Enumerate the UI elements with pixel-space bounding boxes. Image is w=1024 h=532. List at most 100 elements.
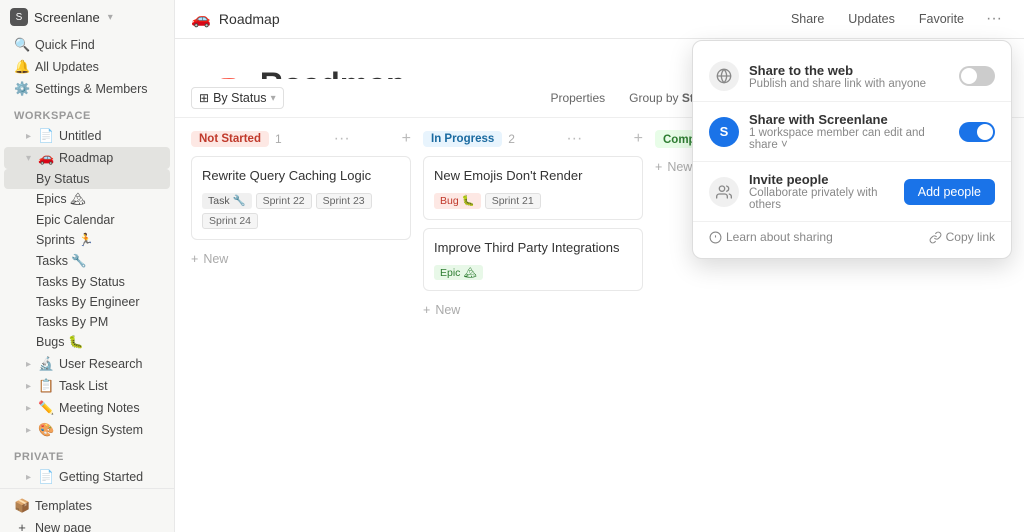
- doc-icon: 📄: [38, 469, 54, 485]
- favorite-button[interactable]: Favorite: [911, 9, 972, 29]
- page-title-icon: 🚗: [203, 63, 248, 79]
- card-rewrite-query[interactable]: Rewrite Query Caching Logic Task 🔧 Sprin…: [191, 156, 411, 240]
- share-with-screenlane-row: S Share with Screenlane 1 workspace memb…: [693, 101, 1011, 161]
- copy-link-button[interactable]: Copy link: [929, 230, 995, 244]
- template-icon: 📦: [14, 498, 30, 514]
- car-icon: 🚗: [38, 150, 54, 166]
- not-started-add[interactable]: +: [402, 130, 411, 148]
- card-title: New Emojis Don't Render: [434, 167, 632, 185]
- sidebar-item-tasks[interactable]: Tasks 🔧: [4, 251, 170, 272]
- sidebar-item-epic-calendar[interactable]: Epic Calendar: [4, 210, 170, 230]
- sidebar-item-meeting-notes[interactable]: ▸ ✏️ Meeting Notes: [4, 397, 170, 419]
- sidebar-item-tasks-by-engineer[interactable]: Tasks By Engineer: [4, 292, 170, 312]
- expand-icon: ▸: [26, 403, 31, 414]
- sidebar-bottom: 📦 Templates + New page: [0, 488, 174, 532]
- sidebar-item-all-updates[interactable]: 🔔 All Updates: [4, 56, 170, 78]
- microscope-icon: 🔬: [38, 356, 54, 372]
- tag-sprint-23: Sprint 23: [316, 193, 372, 209]
- search-icon: 🔍: [14, 37, 30, 53]
- topbar-title: Roadmap: [219, 11, 775, 27]
- in-progress-more[interactable]: ···: [566, 130, 582, 148]
- sidebar-item-settings[interactable]: ⚙️ Settings & Members: [4, 78, 170, 100]
- sidebar-item-user-research[interactable]: ▸ 🔬 User Research: [4, 353, 170, 375]
- not-started-more[interactable]: ···: [334, 130, 350, 148]
- learn-about-sharing-link[interactable]: Learn about sharing: [709, 230, 833, 244]
- card-new-emojis[interactable]: New Emojis Don't Render Bug 🐛 Sprint 21: [423, 156, 643, 220]
- in-progress-count: 2: [508, 132, 515, 146]
- expand-icon: ▸: [26, 381, 31, 392]
- share-popup: Share to the web Publish and share link …: [692, 40, 1012, 259]
- workspace-label: WORKSPACE: [0, 100, 174, 125]
- card-improve-integrations[interactable]: Improve Third Party Integrations Epic 🏔: [423, 228, 643, 291]
- column-in-progress: In Progress 2 ··· + New Emojis Don't Ren…: [423, 130, 643, 321]
- column-not-started-header: Not Started 1 ··· +: [191, 130, 411, 148]
- share-with-screenlane-toggle[interactable]: [959, 122, 995, 142]
- sidebar-item-bugs[interactable]: Bugs 🐛: [4, 332, 170, 353]
- plus-icon: +: [655, 160, 662, 174]
- invite-people-title: Invite people: [749, 172, 894, 187]
- share-popup-footer: Learn about sharing Copy link: [693, 222, 1011, 248]
- tag-epic: Epic 🏔: [434, 265, 483, 280]
- learn-about-sharing-text: Learn about sharing: [726, 230, 833, 244]
- app-name: Screenlane: [34, 10, 100, 25]
- sidebar-item-roadmap[interactable]: ▾ 🚗 Roadmap: [4, 147, 170, 169]
- app-chevron: ▾: [108, 12, 113, 23]
- not-started-count: 1: [275, 132, 282, 146]
- share-with-screenlane-subtitle: 1 workspace member can edit and share ˅: [749, 127, 949, 151]
- share-to-web-subtitle: Publish and share link with anyone: [749, 78, 949, 90]
- plus-icon: +: [423, 303, 430, 317]
- share-to-web-toggle[interactable]: [959, 66, 995, 86]
- card-tags: Bug 🐛 Sprint 21: [434, 193, 632, 209]
- sidebar-item-templates[interactable]: 📦 Templates: [4, 495, 170, 517]
- sidebar-item-untitled[interactable]: ▸ 📄 Untitled: [4, 125, 170, 147]
- palette-icon: 🎨: [38, 422, 54, 438]
- sidebar-item-quick-find[interactable]: 🔍 Quick Find: [4, 34, 170, 56]
- updates-button[interactable]: Updates: [840, 9, 903, 29]
- sidebar-item-tasks-by-status[interactable]: Tasks By Status: [4, 272, 170, 292]
- page-icon: 📄: [38, 128, 54, 144]
- tag-sprint-22: Sprint 22: [256, 193, 312, 209]
- share-button[interactable]: Share: [783, 9, 832, 29]
- page-title-text: Roadmap: [260, 66, 406, 80]
- share-with-screenlane-text: Share with Screenlane 1 workspace member…: [749, 112, 949, 151]
- sidebar: S Screenlane ▾ 🔍 Quick Find 🔔 All Update…: [0, 0, 175, 532]
- share-to-web-title: Share to the web: [749, 63, 949, 78]
- properties-button[interactable]: Properties: [543, 88, 612, 108]
- add-people-button[interactable]: Add people: [904, 179, 995, 205]
- invite-people-text: Invite people Collaborate privately with…: [749, 172, 894, 211]
- list-icon: 📋: [38, 378, 54, 394]
- sidebar-item-new-page[interactable]: + New page: [4, 517, 170, 532]
- toggle-knob: [977, 124, 993, 140]
- view-selector[interactable]: ⊞ By Status ▾: [191, 87, 284, 109]
- sidebar-item-sprints[interactable]: Sprints 🏃: [4, 230, 170, 251]
- in-progress-add[interactable]: +: [634, 130, 643, 148]
- grid-icon: ⊞: [199, 91, 209, 105]
- more-button[interactable]: ···: [980, 8, 1008, 30]
- sidebar-item-epics[interactable]: Epics 🏔: [4, 189, 170, 210]
- card-title: Improve Third Party Integrations: [434, 239, 632, 257]
- toggle-knob: [961, 68, 977, 84]
- expand-icon: ▸: [26, 425, 31, 436]
- card-tags: Task 🔧 Sprint 22 Sprint 23 Sprint 24: [202, 193, 400, 229]
- sidebar-item-by-status[interactable]: By Status: [4, 169, 170, 189]
- not-started-add-new[interactable]: + New: [191, 248, 411, 270]
- in-progress-add-new[interactable]: + New: [423, 299, 643, 321]
- gear-icon: ⚙️: [14, 81, 30, 97]
- screenlane-icon: S: [709, 117, 739, 147]
- sidebar-item-task-list[interactable]: ▸ 📋 Task List: [4, 375, 170, 397]
- app-header[interactable]: S Screenlane ▾: [0, 0, 174, 34]
- share-with-screenlane-title: Share with Screenlane: [749, 112, 949, 127]
- sidebar-item-tasks-by-pm[interactable]: Tasks By PM: [4, 312, 170, 332]
- in-progress-badge: In Progress: [423, 131, 502, 147]
- column-not-started: Not Started 1 ··· + Rewrite Query Cachin…: [191, 130, 411, 270]
- invite-people-row: Invite people Collaborate privately with…: [693, 161, 1011, 221]
- expand-icon: ▸: [26, 472, 31, 483]
- sidebar-item-design-system[interactable]: ▸ 🎨 Design System: [4, 419, 170, 441]
- column-in-progress-header: In Progress 2 ··· +: [423, 130, 643, 148]
- topbar: 🚗 Roadmap Share Updates Favorite ···: [175, 0, 1024, 39]
- sidebar-item-getting-started[interactable]: ▸ 📄 Getting Started: [4, 466, 170, 488]
- tag-bug: Bug 🐛: [434, 193, 481, 209]
- expand-icon: ▾: [26, 153, 31, 164]
- share-to-web-text: Share to the web Publish and share link …: [749, 63, 949, 90]
- expand-icon: ▸: [26, 131, 31, 142]
